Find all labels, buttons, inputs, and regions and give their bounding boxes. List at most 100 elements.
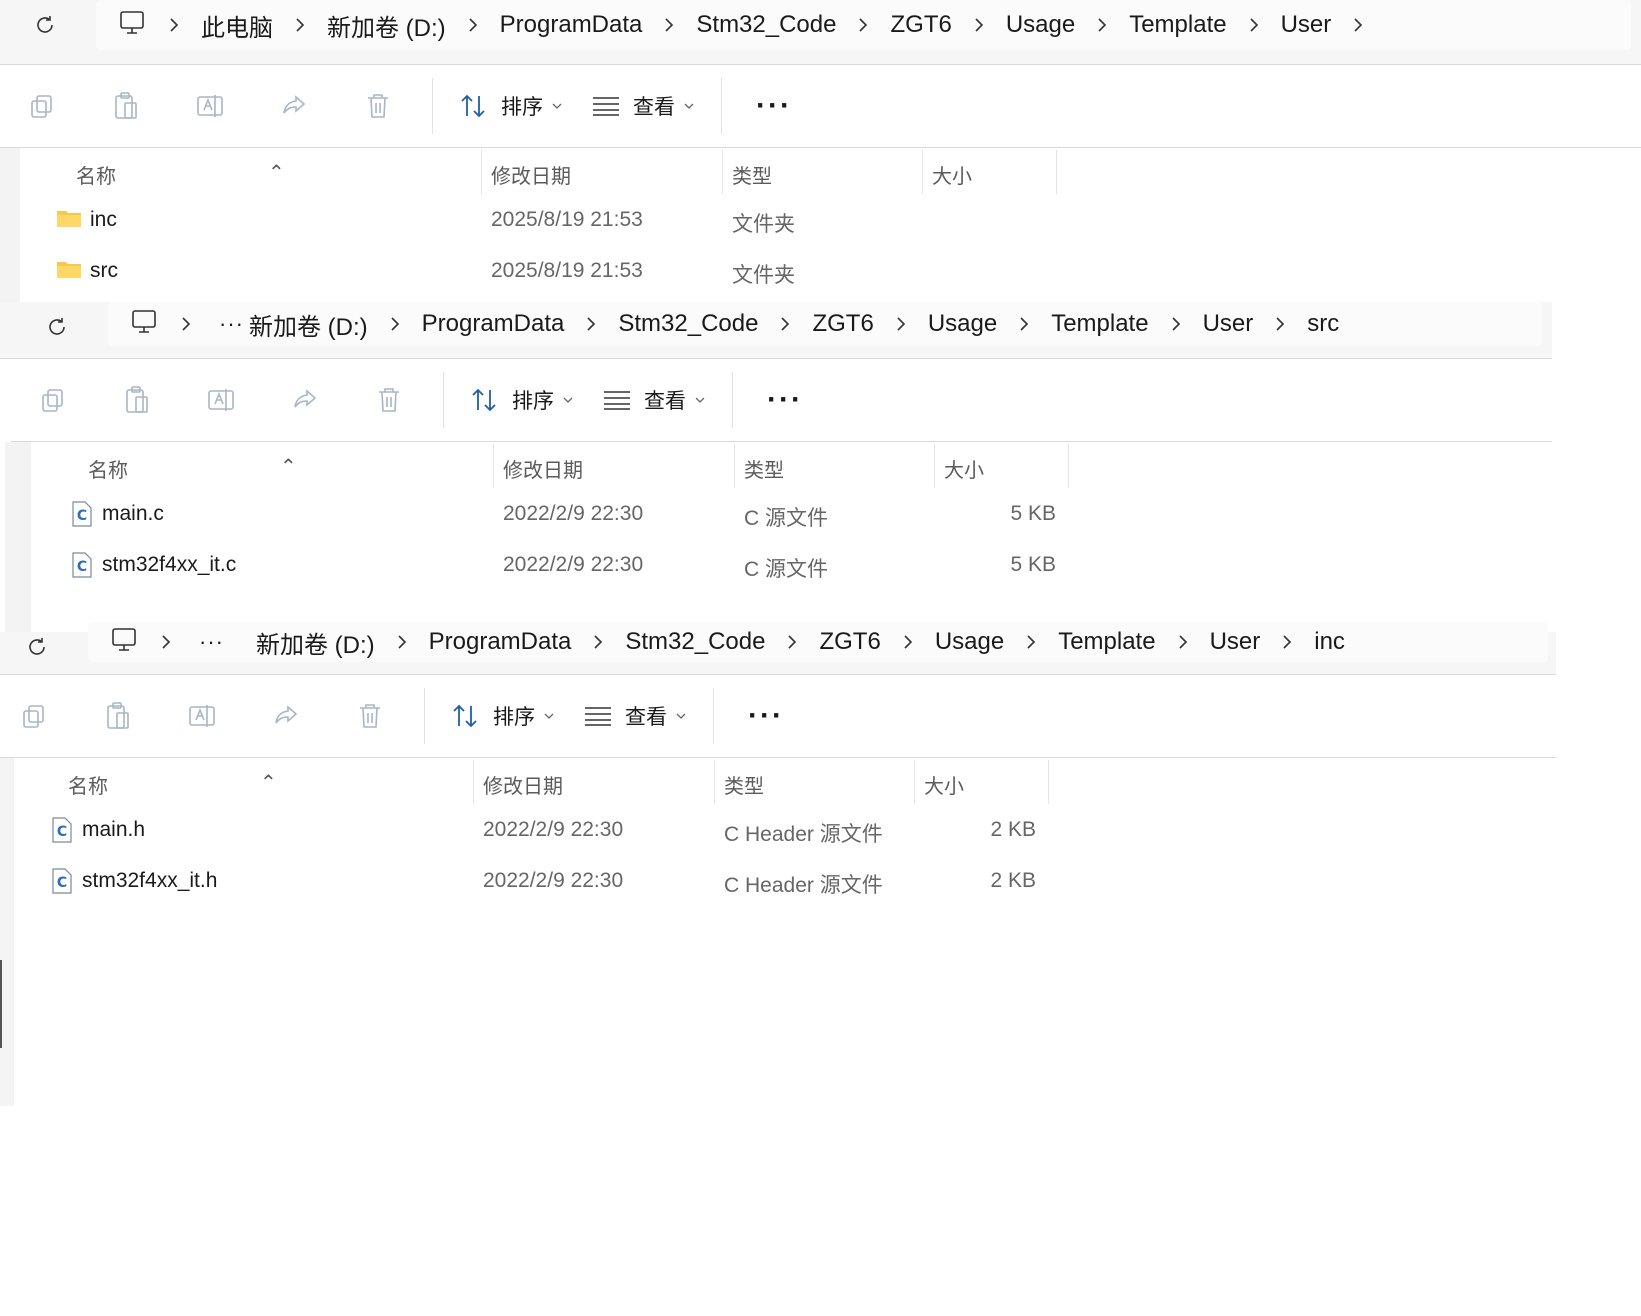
chevron-right-icon[interactable] — [1175, 630, 1191, 654]
breadcrumb-item[interactable]: Stm32_Code — [618, 310, 758, 338]
sort-button[interactable]: 排序 — [437, 691, 569, 741]
refresh-button[interactable] — [37, 302, 77, 352]
column-divider[interactable] — [1068, 444, 1069, 488]
view-button[interactable]: 查看 — [588, 375, 720, 425]
file-row[interactable]: C main.c 2022/2/9 22:30 C 源文件 5 KB — [36, 490, 1552, 541]
column-divider[interactable] — [914, 760, 915, 804]
chevron-right-icon[interactable] — [784, 630, 800, 654]
column-divider[interactable] — [722, 150, 723, 194]
delete-button[interactable] — [347, 375, 431, 425]
chevron-right-icon[interactable] — [1168, 312, 1184, 336]
column-divider[interactable] — [1048, 760, 1049, 804]
column-divider[interactable] — [1056, 150, 1057, 194]
column-divider[interactable] — [922, 150, 923, 194]
chevron-right-icon[interactable] — [971, 13, 987, 37]
column-modified[interactable]: 修改日期 — [503, 454, 583, 483]
breadcrumb-item[interactable]: 此电脑 — [201, 8, 273, 43]
chevron-right-icon[interactable] — [583, 312, 599, 336]
column-size[interactable]: 大小 — [924, 770, 964, 799]
computer-icon[interactable] — [130, 309, 158, 340]
column-modified[interactable]: 修改日期 — [483, 770, 563, 799]
breadcrumb-item[interactable]: Usage — [928, 310, 997, 338]
chevron-right-icon[interactable] — [1279, 630, 1295, 654]
breadcrumb-item-current[interactable]: inc — [1314, 628, 1345, 656]
file-name[interactable]: stm32f4xx_it.c — [102, 553, 236, 577]
breadcrumb-item[interactable]: ProgramData — [500, 11, 643, 39]
hidden-path-ellipsis[interactable]: ··· — [199, 629, 224, 655]
copy-button[interactable] — [11, 375, 95, 425]
breadcrumb-item[interactable]: User — [1281, 11, 1332, 39]
chevron-right-icon[interactable] — [1272, 312, 1288, 336]
file-row[interactable]: src 2025/8/19 21:53 文件夹 — [24, 247, 1641, 298]
breadcrumb-item[interactable]: Usage — [935, 628, 1004, 656]
refresh-button[interactable] — [17, 622, 57, 672]
breadcrumb[interactable]: ··· 新加卷 (D:) ProgramData Stm32_Code ZGT6… — [108, 302, 1542, 346]
rename-button[interactable] — [168, 81, 252, 131]
share-button[interactable] — [252, 81, 336, 131]
chevron-right-icon[interactable] — [1246, 13, 1262, 37]
column-name[interactable]: 名称 — [68, 770, 108, 799]
breadcrumb-item[interactable]: User — [1203, 310, 1254, 338]
chevron-right-icon[interactable] — [394, 630, 410, 654]
breadcrumb[interactable]: ··· 新加卷 (D:) ProgramData Stm32_Code ZGT6… — [88, 622, 1548, 662]
more-options-button[interactable]: ··· — [745, 384, 825, 415]
breadcrumb-item[interactable]: ZGT6 — [812, 310, 873, 338]
chevron-right-icon[interactable] — [158, 630, 174, 654]
chevron-right-icon[interactable] — [900, 630, 916, 654]
column-divider[interactable] — [734, 444, 735, 488]
share-button[interactable] — [244, 691, 328, 741]
sort-button[interactable]: 排序 — [445, 81, 577, 131]
delete-button[interactable] — [328, 691, 412, 741]
chevron-right-icon[interactable] — [292, 13, 308, 37]
rename-button[interactable] — [160, 691, 244, 741]
more-options-button[interactable]: ··· — [734, 90, 814, 121]
breadcrumb-item[interactable]: 新加卷 (D:) — [249, 307, 368, 342]
chevron-right-icon[interactable] — [1023, 630, 1039, 654]
file-row[interactable]: C stm32f4xx_it.c 2022/2/9 22:30 C 源文件 5 … — [36, 541, 1552, 592]
breadcrumb-item[interactable]: Template — [1058, 628, 1155, 656]
more-options-button[interactable]: ··· — [726, 700, 806, 731]
paste-button[interactable] — [76, 691, 160, 741]
delete-button[interactable] — [336, 81, 420, 131]
chevron-right-icon[interactable] — [1350, 13, 1366, 37]
breadcrumb-item[interactable]: Stm32_Code — [625, 628, 765, 656]
breadcrumb-item[interactable]: ZGT6 — [890, 11, 951, 39]
chevron-right-icon[interactable] — [1016, 312, 1032, 336]
hidden-path-ellipsis[interactable]: ··· — [219, 311, 244, 337]
column-divider[interactable] — [934, 444, 935, 488]
breadcrumb-item[interactable]: ProgramData — [429, 628, 572, 656]
breadcrumb-item[interactable]: Template — [1051, 310, 1148, 338]
column-divider[interactable] — [493, 444, 494, 488]
paste-button[interactable] — [95, 375, 179, 425]
chevron-right-icon[interactable] — [178, 312, 194, 336]
breadcrumb-item[interactable]: Stm32_Code — [696, 11, 836, 39]
file-row[interactable]: C stm32f4xx_it.h 2022/2/9 22:30 C Header… — [16, 857, 1556, 908]
file-row[interactable]: C main.h 2022/2/9 22:30 C Header 源文件 2 K… — [16, 806, 1556, 857]
breadcrumb-item[interactable]: Usage — [1006, 11, 1075, 39]
breadcrumb-item[interactable]: 新加卷 (D:) — [327, 8, 446, 43]
sort-button[interactable]: 排序 — [456, 375, 588, 425]
view-button[interactable]: 查看 — [577, 81, 709, 131]
chevron-right-icon[interactable] — [590, 630, 606, 654]
column-size[interactable]: 大小 — [944, 454, 984, 483]
breadcrumb-item[interactable]: User — [1210, 628, 1261, 656]
file-name[interactable]: stm32f4xx_it.h — [82, 869, 217, 893]
copy-button[interactable] — [0, 81, 84, 131]
view-button[interactable]: 查看 — [569, 691, 701, 741]
computer-icon[interactable] — [118, 10, 146, 41]
chevron-right-icon[interactable] — [387, 312, 403, 336]
column-divider[interactable] — [473, 760, 474, 804]
column-divider[interactable] — [714, 760, 715, 804]
column-type[interactable]: 类型 — [732, 160, 772, 189]
column-type[interactable]: 类型 — [744, 454, 784, 483]
chevron-right-icon[interactable] — [1094, 13, 1110, 37]
file-name[interactable]: main.h — [82, 818, 145, 842]
rename-button[interactable] — [179, 375, 263, 425]
chevron-right-icon[interactable] — [855, 13, 871, 37]
column-type[interactable]: 类型 — [724, 770, 764, 799]
column-modified[interactable]: 修改日期 — [491, 160, 571, 189]
file-row[interactable]: inc 2025/8/19 21:53 文件夹 — [24, 196, 1641, 247]
share-button[interactable] — [263, 375, 347, 425]
chevron-right-icon[interactable] — [661, 13, 677, 37]
column-size[interactable]: 大小 — [932, 160, 972, 189]
